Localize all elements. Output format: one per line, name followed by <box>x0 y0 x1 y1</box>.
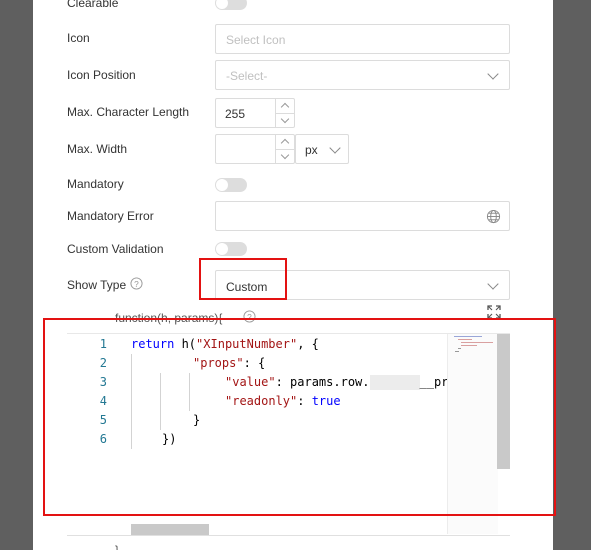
svg-text:?: ? <box>134 279 139 289</box>
max-length-input[interactable]: 255 <box>215 98 295 128</box>
clearable-toggle[interactable] <box>215 0 247 10</box>
icon-position-label: Icon Position <box>67 68 136 82</box>
custom-validation-label: Custom Validation <box>67 242 164 256</box>
icon-placeholder: Select Icon <box>226 33 286 47</box>
max-length-label: Max. Character Length <box>67 105 190 119</box>
help-icon[interactable]: ? <box>130 277 143 290</box>
decrement-icon[interactable] <box>276 113 294 127</box>
icon-position-placeholder: -Select- <box>226 69 268 83</box>
icon-position-select[interactable]: -Select- <box>215 60 510 90</box>
mandatory-error-input[interactable] <box>215 201 510 231</box>
show-type-label: Show Type <box>67 278 127 292</box>
max-width-unit-select[interactable]: px <box>295 134 349 164</box>
max-width-stepper[interactable] <box>275 135 294 163</box>
icon-select[interactable]: Select Icon <box>215 24 510 54</box>
max-length-value: 255 <box>225 107 246 121</box>
mandatory-label: Mandatory <box>67 177 124 191</box>
chevron-down-icon <box>487 278 499 290</box>
max-width-input[interactable] <box>215 134 295 164</box>
mandatory-error-label: Mandatory Error <box>67 209 154 223</box>
editor-horizontal-scrollbar[interactable] <box>131 524 209 535</box>
highlight-box-code-editor <box>43 318 556 516</box>
max-width-unit: px <box>305 143 318 157</box>
globe-icon[interactable] <box>486 209 501 224</box>
highlight-box-show-type <box>199 258 287 300</box>
function-closing-brace: } <box>115 543 120 550</box>
max-length-stepper[interactable] <box>275 99 294 127</box>
increment-icon[interactable] <box>276 99 294 113</box>
decrement-icon[interactable] <box>276 149 294 163</box>
mandatory-toggle[interactable] <box>215 178 247 192</box>
custom-validation-toggle[interactable] <box>215 242 247 256</box>
clearable-label: Clearable <box>67 0 119 10</box>
fullscreen-icon[interactable] <box>487 305 501 319</box>
chevron-down-icon <box>487 68 499 80</box>
increment-icon[interactable] <box>276 135 294 149</box>
chevron-down-icon <box>329 142 341 154</box>
divider <box>67 535 510 536</box>
icon-label: Icon <box>67 31 90 45</box>
max-width-label: Max. Width <box>67 142 128 156</box>
